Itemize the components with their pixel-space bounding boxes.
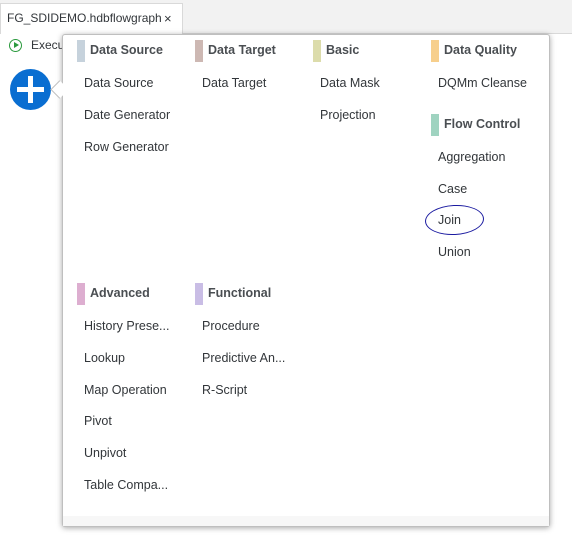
category-color-bar [77,283,85,305]
node-history-preserving[interactable]: History Prese... [84,319,169,333]
category-title: Data Quality [444,43,517,57]
node-r-script[interactable]: R-Script [202,383,247,397]
node-case[interactable]: Case [438,182,467,196]
node-lookup[interactable]: Lookup [84,351,125,365]
node-row-generator[interactable]: Row Generator [84,140,169,154]
node-data-mask[interactable]: Data Mask [320,76,380,90]
node-map-operation[interactable]: Map Operation [84,383,167,397]
execute-button-label[interactable]: Execu [31,38,64,52]
node-dqmm-cleanse[interactable]: DQMm Cleanse [438,76,527,90]
node-data-target[interactable]: Data Target [202,76,266,90]
node-procedure[interactable]: Procedure [202,319,260,333]
tab-title: FG_SDIDEMO.hdbflowgraph [7,11,162,25]
node-data-source[interactable]: Data Source [84,76,153,90]
node-aggregation[interactable]: Aggregation [438,150,505,164]
category-title: Advanced [90,286,150,300]
category-title: Data Source [90,43,163,57]
category-title: Data Target [208,43,276,57]
add-node-button[interactable] [10,69,51,110]
category-title: Basic [326,43,360,57]
node-date-generator[interactable]: Date Generator [84,108,170,122]
close-icon[interactable]: × [164,4,172,33]
category-color-bar [195,283,203,305]
category-color-bar [195,40,203,62]
category-title: Flow Control [444,117,521,131]
node-unpivot[interactable]: Unpivot [84,446,126,460]
category-color-bar [313,40,321,62]
editor-tab[interactable]: FG_SDIDEMO.hdbflowgraph × [0,3,183,34]
category-title: Functional [208,286,272,300]
execute-icon[interactable] [9,39,22,52]
node-union[interactable]: Union [438,245,471,259]
node-projection[interactable]: Projection [320,108,376,122]
popover-footer [63,516,549,526]
node-table-comparison[interactable]: Table Compa... [84,478,168,492]
node-predictive-analysis[interactable]: Predictive An... [202,351,285,365]
category-color-bar [77,40,85,62]
editor-tab-bar: FG_SDIDEMO.hdbflowgraph × [0,0,572,34]
category-color-bar [431,40,439,62]
node-pivot[interactable]: Pivot [84,414,112,428]
category-color-bar [431,114,439,136]
